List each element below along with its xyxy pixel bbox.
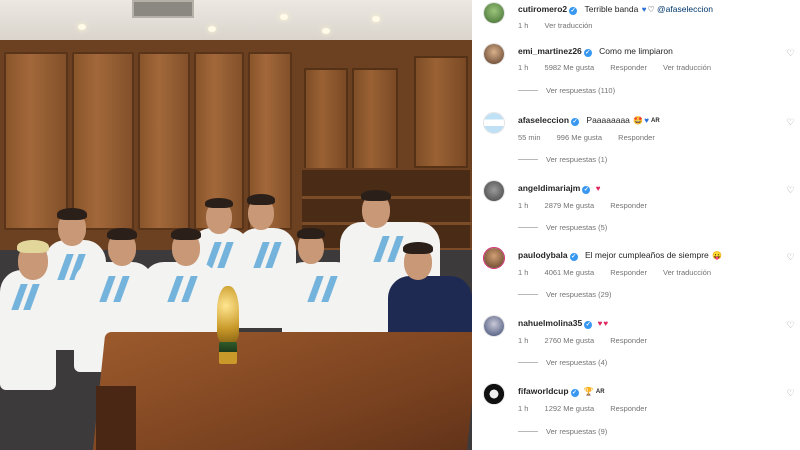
verified-badge-icon: ✓ (582, 186, 591, 194)
view-replies-link[interactable]: Ver respuestas (9) (518, 427, 607, 436)
ceiling-light (208, 26, 216, 32)
ceiling-light (280, 14, 288, 20)
replies-line (518, 227, 538, 228)
verified-badge-icon: ✓ (584, 321, 593, 329)
like-count[interactable]: 2760 Me gusta (545, 336, 595, 345)
comment-time: 1 h (518, 21, 529, 30)
red-heart-icon: ♥ (595, 184, 601, 193)
avatar[interactable] (483, 180, 505, 202)
view-replies-label: Ver respuestas (1) (546, 155, 608, 164)
ceiling-light (78, 24, 86, 30)
post-photo[interactable] (0, 0, 472, 450)
like-heart-icon[interactable]: ♡ (786, 252, 795, 262)
red-heart-icon: ♥ (597, 319, 603, 328)
like-count[interactable]: 4061 Me gusta (545, 268, 595, 277)
flag-tag: AR (651, 118, 660, 124)
mention-link[interactable]: @afaseleccion (657, 4, 713, 14)
comment-text: Como me limpiaron (599, 46, 673, 56)
view-replies-label: Ver respuestas (4) (546, 358, 608, 367)
cabinet-door (4, 52, 68, 230)
blue-heart-icon: ♥ (644, 116, 649, 125)
like-heart-icon[interactable]: ♡ (786, 48, 795, 58)
replies-line (518, 362, 538, 363)
like-heart-icon[interactable]: ♡ (786, 320, 795, 330)
verified-badge-icon: ✓ (571, 118, 580, 126)
tongue-face-icon: 😛 (712, 251, 723, 260)
comment-username[interactable]: emi_martinez26 (518, 46, 582, 56)
ceiling (0, 0, 472, 42)
view-replies-link[interactable]: Ver respuestas (5) (518, 223, 607, 232)
verified-badge-icon: ✓ (569, 253, 578, 261)
comment-username[interactable]: angeldimariajm (518, 183, 580, 193)
star-struck-icon: 🤩 (633, 116, 644, 125)
replies-line (518, 294, 538, 295)
comment-username[interactable]: afaseleccion (518, 115, 569, 125)
view-replies-label: Ver respuestas (29) (546, 290, 612, 299)
translate-link[interactable]: Ver traducción (545, 21, 593, 30)
view-replies-link[interactable]: Ver respuestas (29) (518, 290, 611, 299)
like-count[interactable]: 5982 Me gusta (545, 63, 595, 72)
white-heart-icon: ♡ (647, 5, 655, 14)
reply-link[interactable]: Responder (618, 133, 655, 142)
comment-username[interactable]: paulodybala (518, 250, 568, 260)
like-count[interactable]: 996 Me gusta (557, 133, 602, 142)
reply-link[interactable]: Responder (610, 63, 647, 72)
like-count[interactable]: 2879 Me gusta (545, 201, 595, 210)
red-heart-icon: ♥ (603, 319, 609, 328)
comment-time: 1 h (518, 336, 529, 345)
cabinet-door (414, 56, 468, 168)
verified-badge-icon: ✓ (583, 49, 592, 57)
comment-username[interactable]: cutiromero2 (518, 4, 567, 14)
reply-link[interactable]: Responder (610, 336, 647, 345)
view-replies-link[interactable]: Ver respuestas (110) (518, 86, 615, 95)
like-heart-icon[interactable]: ♡ (786, 185, 795, 195)
view-replies-link[interactable]: Ver respuestas (1) (518, 155, 607, 164)
comment-time: 1 h (518, 404, 529, 413)
reply-link[interactable]: Responder (610, 268, 647, 277)
like-heart-icon[interactable]: ♡ (786, 388, 795, 398)
comment-time: 55 min (518, 133, 541, 142)
verified-badge-icon: ✓ (570, 389, 579, 397)
ceiling-light (322, 28, 330, 34)
view-replies-label: Ver respuestas (110) (546, 86, 616, 95)
view-replies-label: Ver respuestas (9) (546, 427, 608, 436)
ceiling-light (372, 16, 380, 22)
avatar[interactable] (483, 383, 505, 405)
avatar[interactable] (483, 43, 505, 65)
comment-text: Paaaaaaaa (586, 115, 630, 125)
avatar[interactable] (483, 315, 505, 337)
avatar[interactable] (483, 112, 505, 134)
cabinet-door (138, 52, 190, 230)
comment-text: El mejor cumpleaños de siempre (584, 250, 709, 260)
trophy-icon: 🏆 (583, 387, 594, 396)
world-cup-trophy (214, 286, 242, 368)
view-replies-link[interactable]: Ver respuestas (4) (518, 358, 607, 367)
avatar[interactable] (483, 247, 505, 269)
like-count[interactable]: 1292 Me gusta (545, 404, 595, 413)
air-vent (132, 0, 194, 18)
wooden-table (90, 332, 472, 450)
like-heart-icon[interactable]: ♡ (786, 117, 795, 127)
comment-username[interactable]: fifaworldcup (518, 386, 569, 396)
reply-link[interactable]: Responder (610, 201, 647, 210)
view-replies-label: Ver respuestas (5) (546, 223, 608, 232)
replies-line (518, 159, 538, 160)
table-edge (96, 386, 136, 450)
comment-time: 1 h (518, 63, 529, 72)
comment-username[interactable]: nahuelmolina35 (518, 318, 582, 328)
avatar[interactable] (483, 2, 505, 24)
reply-link[interactable]: Responder (610, 404, 647, 413)
blue-heart-icon: ♥ (641, 5, 647, 14)
flag-tag: AR (595, 389, 605, 395)
replies-line (518, 90, 538, 91)
translate-link[interactable]: Ver traducción (663, 268, 711, 277)
cabinet-door (72, 52, 134, 230)
comment-time: 1 h (518, 201, 529, 210)
comments-panel: cutiromero2 ✓ Terrible banda ♥♡ @afaselec… (472, 0, 800, 450)
translate-link[interactable]: Ver traducción (663, 63, 711, 72)
verified-badge-icon: ✓ (569, 7, 578, 15)
comment-time: 1 h (518, 268, 529, 277)
comment-text: Terrible banda (584, 4, 639, 14)
replies-line (518, 431, 538, 432)
